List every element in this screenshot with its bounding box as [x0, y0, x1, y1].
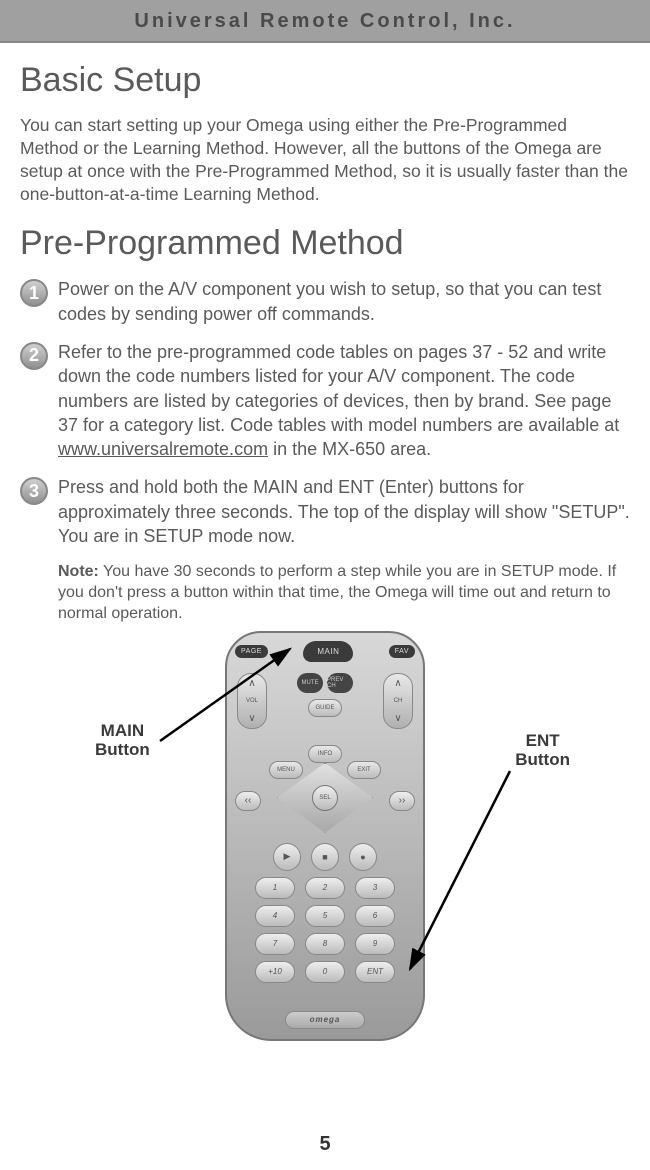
- step-2: 2 Refer to the pre-programmed code table…: [20, 340, 630, 461]
- arrow-main: [160, 641, 330, 751]
- note-text: You have 30 seconds to perform a step wh…: [58, 563, 616, 622]
- step-1: 1 Power on the A/V component you wish to…: [20, 277, 630, 326]
- step-1-text: Power on the A/V component you wish to s…: [58, 277, 630, 326]
- step-number-badge: 2: [20, 342, 48, 370]
- transport-button: ●: [349, 843, 377, 871]
- transport-button: ▶: [273, 843, 301, 871]
- step-3-text: Press and hold both the MAIN and ENT (En…: [58, 475, 630, 548]
- ch-rocker: ∧CH∨: [383, 673, 413, 729]
- keypad-6: 6: [355, 905, 395, 927]
- page-number: 5: [0, 1133, 650, 1156]
- keypad-9: 9: [355, 933, 395, 955]
- setup-note: Note: You have 30 seconds to perform a s…: [58, 562, 630, 624]
- keypad-0: 0: [305, 961, 345, 983]
- step-2-text-b: in the MX-650 area.: [268, 439, 431, 459]
- url-link[interactable]: www.universalremote.com: [58, 439, 268, 459]
- keypad-2: 2: [305, 877, 345, 899]
- keypad-4: 4: [255, 905, 295, 927]
- step-2-text-a: Refer to the pre-programmed code tables …: [58, 342, 619, 435]
- arrow-ent: [400, 771, 540, 981]
- heading-basic-setup: Basic Setup: [20, 61, 630, 100]
- fav-button: FAV: [389, 645, 415, 658]
- prevch-button: PREV CH: [327, 673, 353, 693]
- keypad-8: 8: [305, 933, 345, 955]
- keypad-plus10: +10: [255, 961, 295, 983]
- keypad-3: 3: [355, 877, 395, 899]
- company-header: Universal Remote Control, Inc.: [0, 0, 650, 43]
- intro-paragraph: You can start setting up your Omega usin…: [20, 114, 630, 206]
- left-side-button: ‹‹: [235, 791, 261, 811]
- keypad-7: 7: [255, 933, 295, 955]
- callout-ent-button: ENTButton: [515, 731, 570, 770]
- step-2-text: Refer to the pre-programmed code tables …: [58, 340, 630, 461]
- note-label: Note:: [58, 563, 99, 580]
- remote-illustration-area: PAGE MAIN FAV ∧VOL∨ MUTE PREV CH GUIDE ∧…: [20, 631, 630, 1051]
- heading-preprogrammed: Pre-Programmed Method: [20, 224, 630, 263]
- callout-main-button: MAINButton: [95, 721, 150, 760]
- step-number-badge: 1: [20, 279, 48, 307]
- brand-badge: omega: [285, 1011, 365, 1029]
- keypad-1: 1: [255, 877, 295, 899]
- step-3: 3 Press and hold both the MAIN and ENT (…: [20, 475, 630, 548]
- transport-button: ■: [311, 843, 339, 871]
- keypad-5: 5: [305, 905, 345, 927]
- keypad-ent: ENT: [355, 961, 395, 983]
- step-number-badge: 3: [20, 477, 48, 505]
